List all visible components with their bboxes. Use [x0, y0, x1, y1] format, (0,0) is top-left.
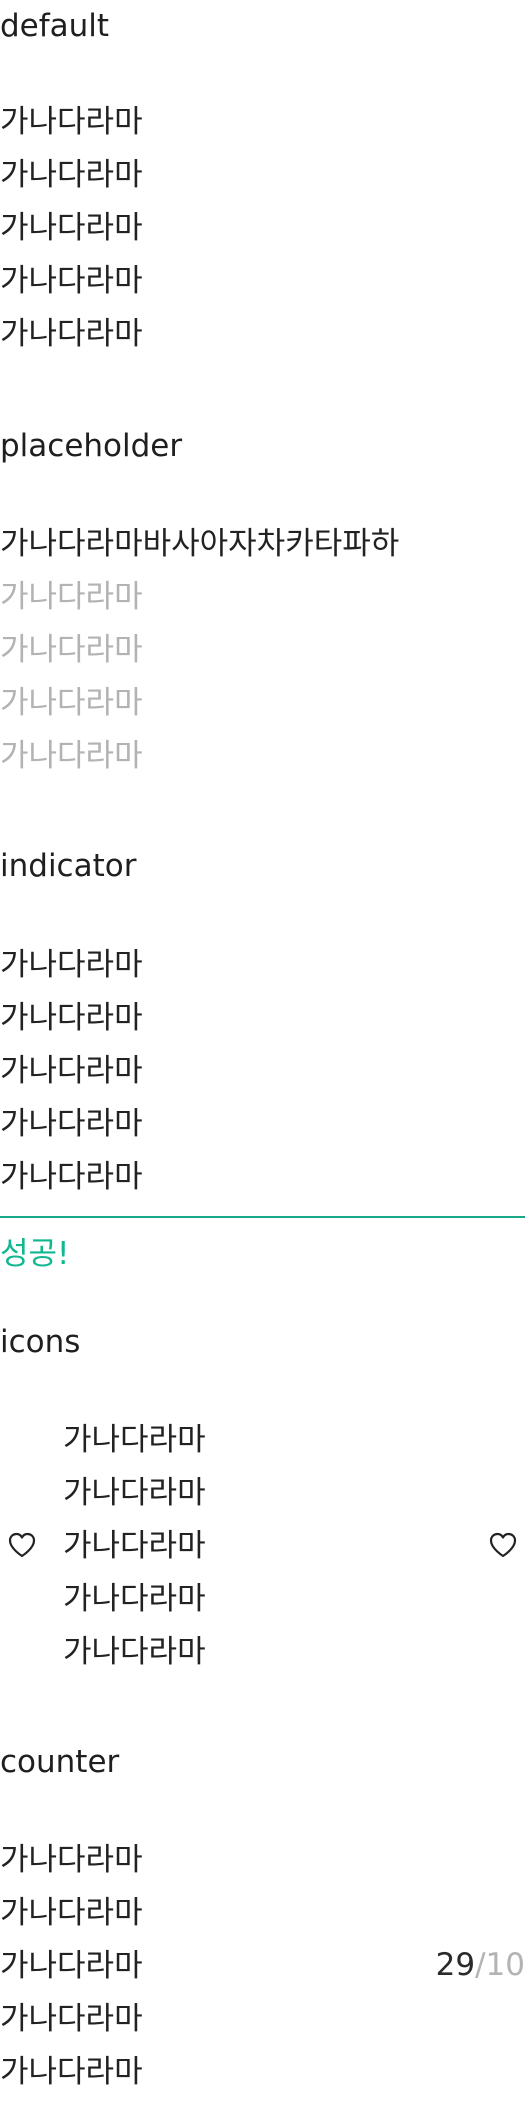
- section-title-icons: icons: [0, 1324, 81, 1360]
- textarea-line: 가나다라마: [63, 1528, 206, 1564]
- textarea-line: 가나다라마: [63, 1475, 206, 1511]
- placeholder-line: 가나다라마: [0, 632, 143, 668]
- section-title-counter: counter: [0, 1744, 120, 1780]
- textarea-value-line: 가나다라마바사아자차카타파하: [0, 526, 400, 562]
- textarea-line: 가나다라마: [0, 1948, 143, 1984]
- textarea-placeholder[interactable]: 가나다라마바사아자차카타파하 가나다라마 가나다라마 가나다라마 가나다라마: [0, 518, 525, 783]
- textarea-line: 가나다라마: [0, 2001, 143, 2037]
- textarea-line: 가나다라마: [63, 1422, 206, 1458]
- indicator-underline: [0, 1216, 525, 1218]
- textarea-line: 가나다라마: [63, 1581, 206, 1617]
- heart-icon[interactable]: [6, 1529, 38, 1561]
- section-title-default: default: [0, 8, 110, 44]
- textarea-line: 가나다라마: [0, 1895, 143, 1931]
- textarea-line: 가나다라마: [0, 263, 143, 299]
- textarea-indicator[interactable]: 가나다라마 가나다라마 가나다라마 가나다라마 가나다라마: [0, 939, 525, 1204]
- placeholder-line: 가나다라마: [0, 738, 143, 774]
- textarea-line: 가나다라마: [0, 947, 143, 983]
- textarea-line: 가나다라마: [0, 1159, 143, 1195]
- textarea-default[interactable]: 가나다라마 가나다라마 가나다라마 가나다라마 가나다라마: [0, 96, 525, 361]
- textarea-counter[interactable]: 가나다라마 가나다라마 가나다라마 가나다라마 가나다라마: [0, 1834, 400, 2099]
- placeholder-line: 가나다라마: [0, 685, 143, 721]
- textarea-icons[interactable]: 가나다라마 가나다라마 가나다라마 가나다라마 가나다라마: [63, 1414, 463, 1679]
- section-title-placeholder: placeholder: [0, 428, 183, 464]
- textarea-line: 가나다라마: [63, 1634, 206, 1670]
- textarea-line: 가나다라마: [0, 157, 143, 193]
- counter-separator: /: [475, 1947, 486, 1983]
- textarea-line: 가나다라마: [0, 1106, 143, 1142]
- counter-current: 29: [435, 1947, 476, 1983]
- textarea-line: 가나다라마: [0, 210, 143, 246]
- textarea-line: 가나다라마: [0, 2054, 143, 2090]
- success-helper-text: 성공!: [0, 1236, 70, 1272]
- character-counter: 29/10: [436, 1945, 525, 1985]
- heart-icon[interactable]: [487, 1529, 519, 1561]
- section-title-indicator: indicator: [0, 848, 137, 884]
- textarea-line: 가나다라마: [0, 1842, 143, 1878]
- textarea-line: 가나다라마: [0, 104, 143, 140]
- textarea-line: 가나다라마: [0, 316, 143, 352]
- placeholder-line: 가나다라마: [0, 579, 143, 615]
- counter-max: 10: [485, 1947, 525, 1983]
- textarea-line: 가나다라마: [0, 1000, 143, 1036]
- textarea-line: 가나다라마: [0, 1053, 143, 1089]
